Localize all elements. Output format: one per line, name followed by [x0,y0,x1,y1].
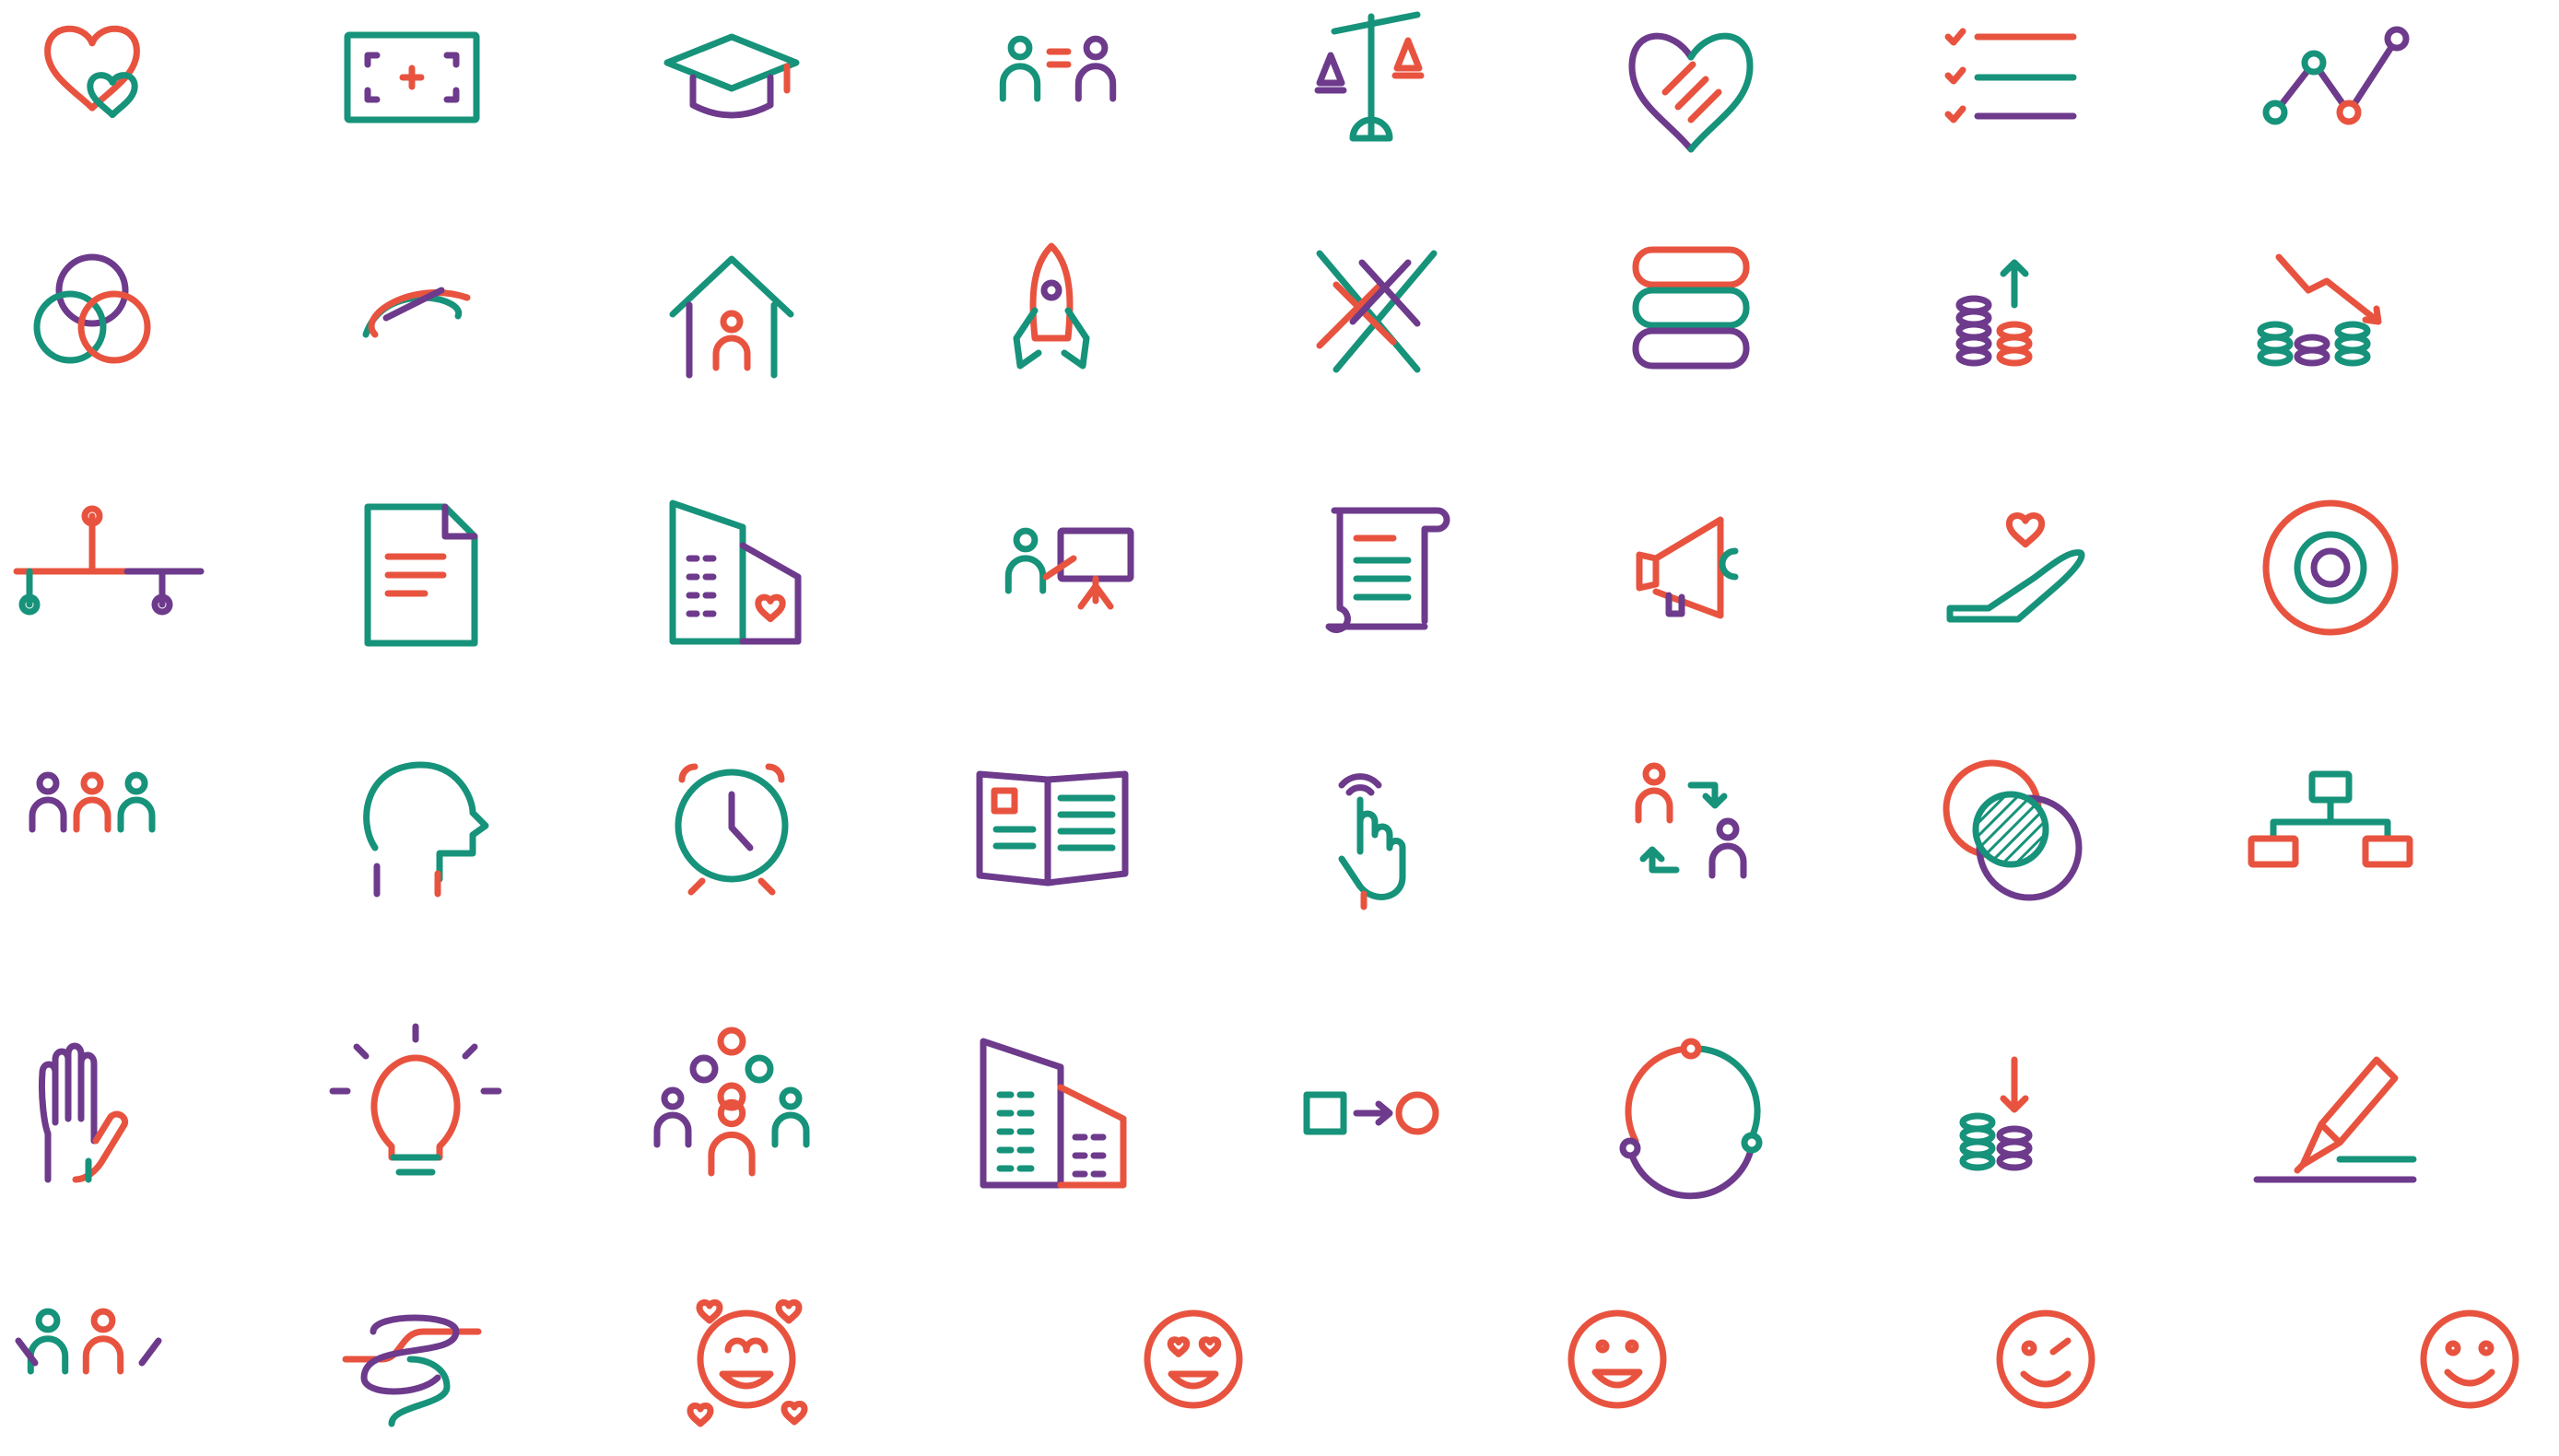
lightbulb-icon [320,1023,504,1207]
wink-emoji-icon [1954,1267,2138,1451]
head-profile-icon [320,737,504,922]
rocket-icon [959,226,1144,410]
coins-download-icon [1919,1023,2103,1207]
exchange-people-icon [1599,737,1783,922]
presentation-icon [959,479,1144,663]
checklist-icon [1919,0,2103,184]
megaphone-icon [1599,479,1783,663]
heart-in-heart-icon [0,0,184,184]
infinity-link-icon [320,226,504,410]
buildings-heart-icon [640,479,824,663]
three-people-icon [0,737,184,922]
document-icon [320,479,504,663]
line-graph-icon [2238,0,2423,184]
tangled-path-icon [318,1267,502,1451]
timeline-branch-icon [0,479,184,663]
stacked-books-icon [1599,226,1783,410]
house-person-icon [640,226,824,410]
people-hug-icon [0,1267,184,1451]
open-book-icon [959,737,1144,922]
coins-increase-icon [1919,226,2103,410]
tap-finger-icon [1279,737,1463,922]
hand-heart-icon [1919,479,2103,663]
heart-eyes-emoji-icon [1101,1267,1285,1451]
equal-people-icon [959,0,1144,184]
graduation-cap-icon [640,0,824,184]
medical-screen-icon [320,0,504,184]
org-chart-icon [2238,737,2423,922]
love-face-icon [654,1267,839,1451]
office-buildings-icon [959,1023,1144,1207]
venn-circles-icon [0,226,184,410]
cycle-icon [1599,1023,1783,1207]
raised-hand-icon [0,1023,184,1207]
handshake-heart-icon [1599,0,1783,184]
smile-emoji-icon [2377,1267,2559,1451]
team-group-icon [640,1023,824,1207]
overlap-circles-icon [1919,737,2103,922]
grin-emoji-icon [1525,1267,1709,1451]
target-icon [2238,479,2423,663]
crossed-lines-icon [1279,226,1463,410]
balance-scale-icon [1279,0,1463,184]
coins-decrease-icon [2238,226,2423,410]
process-flow-icon [1279,1023,1463,1207]
alarm-clock-icon [640,737,824,922]
pencil-sign-icon [2238,1023,2423,1207]
scroll-document-icon [1279,479,1463,663]
